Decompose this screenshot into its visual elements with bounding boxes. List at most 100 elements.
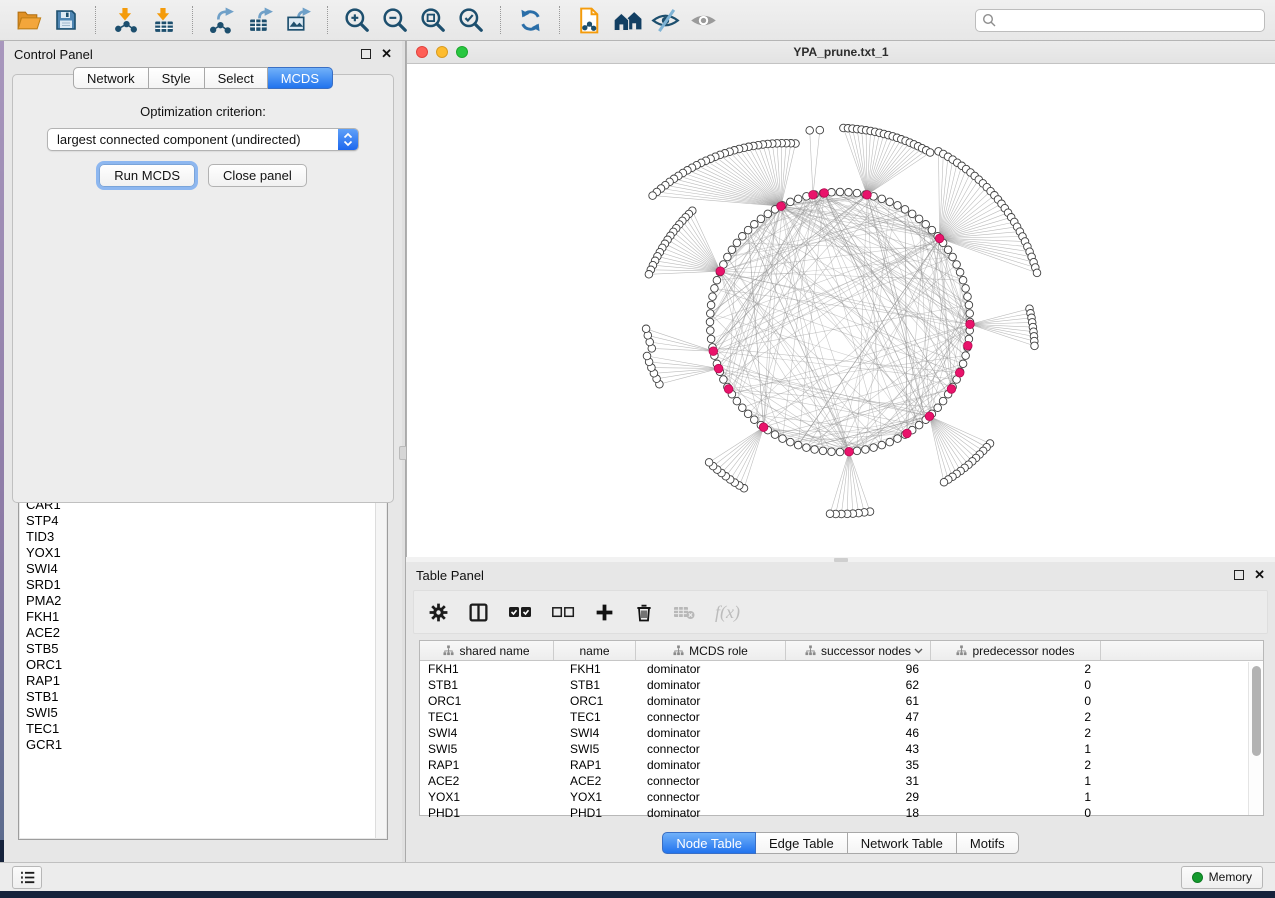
graph-node[interactable] <box>878 441 886 449</box>
graph-dominator-node[interactable] <box>820 189 829 198</box>
table-row[interactable]: SWI5SWI5connector431 <box>420 741 1263 757</box>
graph-node[interactable] <box>870 444 878 452</box>
mcds-list-scrollbar[interactable] <box>375 481 386 838</box>
graph-node[interactable] <box>724 253 732 261</box>
graph-node[interactable] <box>751 221 759 229</box>
graph-node[interactable] <box>787 198 795 206</box>
unselect-all-button[interactable] <box>551 599 575 625</box>
graph-dominator-node[interactable] <box>709 347 718 356</box>
graph-node[interactable] <box>926 149 934 157</box>
graph-node[interactable] <box>811 446 819 454</box>
close-panel-icon[interactable]: ✕ <box>1254 570 1265 580</box>
mcds-result-item[interactable]: ORC1 <box>20 657 386 673</box>
open-session-button[interactable] <box>10 4 46 36</box>
save-session-button[interactable] <box>48 4 84 36</box>
import-table-button[interactable] <box>145 4 181 36</box>
table-row[interactable]: ORC1ORC1dominator610 <box>420 693 1263 709</box>
table-row[interactable]: TEC1TEC1connector472 <box>420 709 1263 725</box>
graph-node[interactable] <box>720 376 728 384</box>
graph-node[interactable] <box>779 435 787 443</box>
graph-node[interactable] <box>853 447 861 455</box>
graph-node[interactable] <box>944 246 952 254</box>
table-scrollbar-thumb[interactable] <box>1252 666 1261 756</box>
graph-node[interactable] <box>1031 342 1039 350</box>
float-panel-icon[interactable] <box>361 49 371 59</box>
close-panel-icon[interactable]: ✕ <box>381 49 392 59</box>
mcds-result-item[interactable]: TEC1 <box>20 721 386 737</box>
graph-node[interactable] <box>787 438 795 446</box>
graph-node[interactable] <box>709 293 717 301</box>
graph-node[interactable] <box>836 188 844 196</box>
table-row[interactable]: FKH1FKH1dominator962 <box>420 661 1263 677</box>
graph-node[interactable] <box>862 446 870 454</box>
graph-dominator-node[interactable] <box>903 429 912 438</box>
tab-network-table[interactable]: Network Table <box>848 832 957 854</box>
refresh-button[interactable] <box>512 4 548 36</box>
graph-dominator-node[interactable] <box>716 267 725 276</box>
graph-node[interactable] <box>728 246 736 254</box>
graph-node[interactable] <box>949 253 957 261</box>
table-row[interactable]: SWI4SWI4dominator462 <box>420 725 1263 741</box>
graph-node[interactable] <box>962 285 970 293</box>
graph-dominator-node[interactable] <box>777 202 786 211</box>
graph-node[interactable] <box>836 448 844 456</box>
graph-node[interactable] <box>744 226 752 234</box>
mcds-result-item[interactable]: FKH1 <box>20 609 386 625</box>
graph-node[interactable] <box>764 210 772 218</box>
column-header-name[interactable]: name <box>554 641 636 660</box>
table-row[interactable]: PHD1PHD1dominator180 <box>420 805 1263 821</box>
graph-dominator-node[interactable] <box>955 369 964 378</box>
mcds-result-item[interactable]: ACE2 <box>20 625 386 641</box>
graph-node[interactable] <box>649 192 657 200</box>
graph-dominator-node[interactable] <box>964 341 973 350</box>
mcds-result-item[interactable]: STB1 <box>20 689 386 705</box>
export-image-button[interactable] <box>280 4 316 36</box>
graph-node[interactable] <box>956 269 964 277</box>
mcds-result-item[interactable]: SWI5 <box>20 705 386 721</box>
tab-node-table[interactable]: Node Table <box>662 832 756 854</box>
graph-dominator-node[interactable] <box>714 364 723 373</box>
delete-column-button[interactable] <box>634 599 654 625</box>
table-row[interactable]: YOX1YOX1connector291 <box>420 789 1263 805</box>
graph-node[interactable] <box>964 293 972 301</box>
mcds-result-list[interactable]: PHD1CAR1STP4TID3YOX1SWI4SRD1PMA2FKH1ACE2… <box>20 481 386 838</box>
hide-eye-button[interactable] <box>647 4 683 36</box>
graph-dominator-node[interactable] <box>966 320 975 329</box>
graph-node[interactable] <box>707 335 715 343</box>
graph-node[interactable] <box>751 416 759 424</box>
table-options-button[interactable] <box>428 599 449 625</box>
graph-node[interactable] <box>853 189 861 197</box>
graph-node[interactable] <box>771 431 779 439</box>
tab-edge-table[interactable]: Edge Table <box>756 832 848 854</box>
share-document-button[interactable] <box>571 4 607 36</box>
graph-node[interactable] <box>915 215 923 223</box>
table-row[interactable]: STB1STB1dominator620 <box>420 677 1263 693</box>
mcds-result-item[interactable]: RAP1 <box>20 673 386 689</box>
graph-node[interactable] <box>886 438 894 446</box>
graph-node[interactable] <box>739 233 747 241</box>
graph-node[interactable] <box>794 195 802 203</box>
tab-mcds[interactable]: MCDS <box>268 67 333 89</box>
graph-dominator-node[interactable] <box>863 191 872 200</box>
graph-node[interactable] <box>705 459 713 467</box>
column-header-successor-nodes[interactable]: successor nodes <box>786 641 931 660</box>
graph-node[interactable] <box>886 198 894 206</box>
graph-node[interactable] <box>794 441 802 449</box>
select-all-button[interactable] <box>508 599 532 625</box>
graph-node[interactable] <box>959 360 967 368</box>
column-header-mcds-role[interactable]: MCDS role <box>636 641 786 660</box>
graph-dominator-node[interactable] <box>845 447 854 456</box>
import-network-button[interactable] <box>107 4 143 36</box>
zoom-selected-button[interactable] <box>453 4 489 36</box>
graph-node[interactable] <box>744 410 752 418</box>
table-scrollbar[interactable] <box>1248 662 1263 815</box>
zoom-in-button[interactable] <box>339 4 375 36</box>
graph-node[interactable] <box>816 126 824 134</box>
graph-node[interactable] <box>894 202 902 210</box>
mcds-result-item[interactable]: STP4 <box>20 513 386 529</box>
show-eye-button[interactable] <box>685 4 721 36</box>
float-panel-icon[interactable] <box>1234 570 1244 580</box>
graph-node[interactable] <box>713 276 721 284</box>
graph-dominator-node[interactable] <box>947 385 956 394</box>
mcds-result-item[interactable]: STB5 <box>20 641 386 657</box>
